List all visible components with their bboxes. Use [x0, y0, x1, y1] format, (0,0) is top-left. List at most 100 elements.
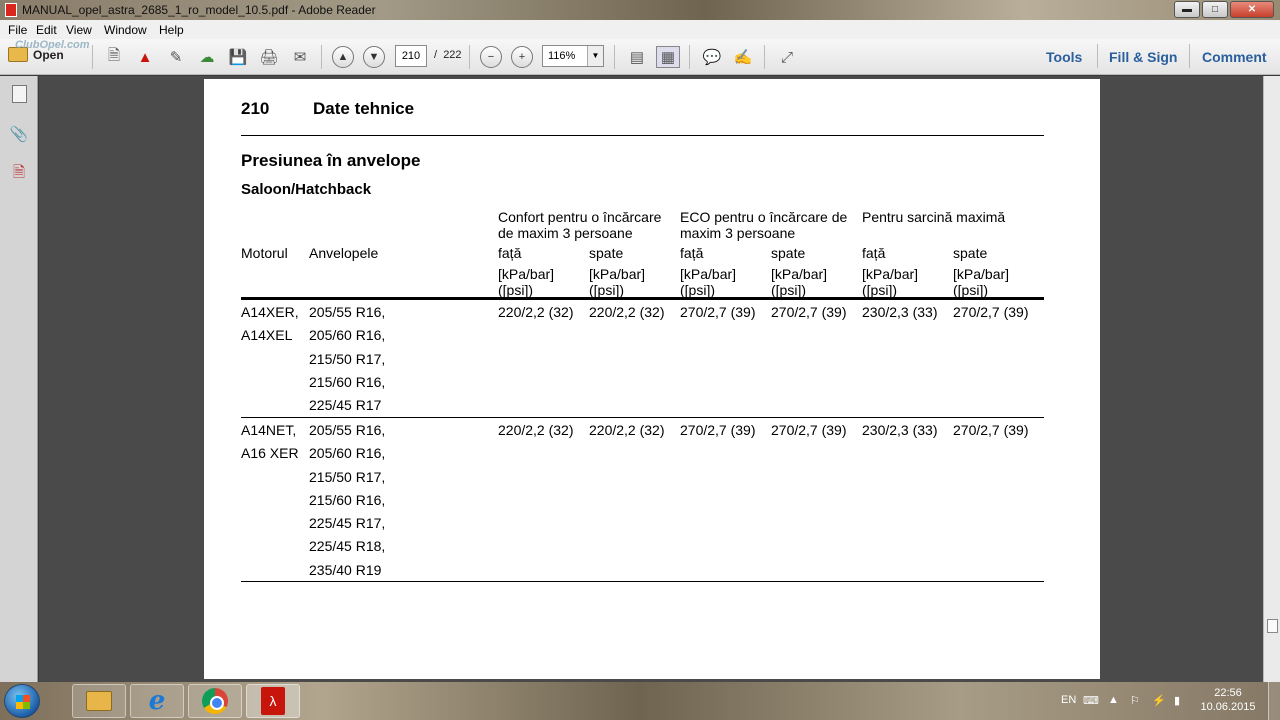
- zoom-out-icon[interactable]: −: [480, 46, 502, 68]
- edit-icon[interactable]: ✎: [164, 46, 188, 68]
- pdf-page: 210 Date tehnice Presiunea în anvelope S…: [204, 79, 1100, 679]
- system-clock[interactable]: 22:56 10.06.2015: [1198, 686, 1258, 714]
- engine-code: A14XER,: [241, 304, 299, 320]
- save-icon[interactable]: 💾: [226, 46, 250, 68]
- sub-header: față: [498, 245, 522, 261]
- network-signal-icon[interactable]: ▮: [1174, 694, 1180, 707]
- toolbar-separator: [469, 45, 470, 69]
- navigation-pane: 📎 🗎: [0, 76, 38, 682]
- taskbar-app-ie[interactable]: e: [130, 684, 184, 718]
- taskbar-app-chrome[interactable]: [188, 684, 242, 718]
- pressure-value: 230/2,3 (33): [862, 422, 938, 438]
- acrobat-icon[interactable]: ▲: [133, 46, 157, 68]
- subsection-title: Saloon/Hatchback: [241, 181, 372, 198]
- zoom-in-icon[interactable]: +: [511, 46, 533, 68]
- cloud-upload-icon[interactable]: ☁: [195, 46, 219, 68]
- menu-edit[interactable]: Edit: [36, 23, 57, 37]
- next-page-icon[interactable]: ▼: [363, 46, 385, 68]
- pressure-value: 270/2,7 (39): [680, 422, 756, 438]
- keyboard-icon[interactable]: ⌨: [1083, 694, 1099, 707]
- pressure-value: 220/2,2 (32): [498, 422, 574, 438]
- tray-expand-icon[interactable]: ▲: [1108, 694, 1119, 706]
- pages-panel-icon[interactable]: [10, 84, 28, 104]
- pressure-value: 270/2,7 (39): [771, 304, 847, 320]
- create-pdf-icon[interactable]: 🗎: [102, 46, 126, 68]
- chevron-down-icon[interactable]: ▼: [587, 46, 603, 66]
- fit-width-icon[interactable]: ▦: [656, 46, 680, 68]
- menu-file[interactable]: File: [8, 23, 27, 37]
- tyre-size: 205/55 R16,: [309, 304, 386, 320]
- action-center-icon[interactable]: ⚐: [1130, 694, 1140, 707]
- clock-time: 22:56: [1214, 687, 1242, 699]
- table-row-2-engines: A14NET, A16 XER: [241, 419, 299, 466]
- pressure-value: 270/2,7 (39): [680, 304, 756, 320]
- start-button[interactable]: [4, 684, 40, 718]
- menu-bar: File Edit View Window Help: [0, 20, 1280, 39]
- tyre-size: 225/45 R17: [309, 397, 382, 414]
- tyre-size: 215/60 R16,: [309, 373, 386, 390]
- fit-page-icon[interactable]: ▤: [625, 46, 649, 68]
- show-desktop-button[interactable]: [1268, 682, 1280, 720]
- pressure-value: 230/2,3 (33): [862, 304, 938, 320]
- scroll-thumb[interactable]: [1267, 619, 1278, 633]
- fill-sign-button[interactable]: Fill & Sign: [1109, 49, 1177, 65]
- watermark: ClubOpel.com: [15, 39, 90, 51]
- header-rule: [241, 135, 1044, 136]
- comment-icon[interactable]: 💬: [700, 46, 724, 68]
- table-row-2-tyres: 205/55 R16, 205/60 R16, 215/50 R17, 215/…: [309, 419, 385, 582]
- zoom-value: 116%: [548, 50, 576, 62]
- toolbar-separator: [614, 45, 615, 69]
- attachments-icon[interactable]: 📎: [10, 124, 29, 144]
- power-icon[interactable]: ⚡: [1152, 694, 1166, 707]
- toolbar-separator: [1097, 44, 1098, 68]
- adobe-reader-icon: λ: [261, 687, 285, 715]
- menu-view[interactable]: View: [66, 23, 92, 37]
- fullscreen-icon[interactable]: ⤢: [775, 46, 799, 68]
- maximize-button[interactable]: □: [1202, 1, 1228, 18]
- tools-button[interactable]: Tools: [1046, 49, 1082, 65]
- sub-header: spate: [771, 245, 806, 261]
- menu-help[interactable]: Help: [159, 23, 184, 37]
- sub-header: față: [680, 245, 704, 261]
- sub-header: față: [862, 245, 886, 261]
- taskbar-app-explorer[interactable]: [72, 684, 126, 718]
- table-bottom-rule: [241, 581, 1044, 582]
- sub-header: spate: [953, 245, 988, 261]
- page-number-input[interactable]: 210: [395, 45, 427, 67]
- email-icon[interactable]: ✉: [288, 46, 312, 68]
- group-header-comfort: Confort pentru o încărcare de maxim 3 pe…: [498, 209, 662, 241]
- pressure-value: 270/2,7 (39): [771, 422, 847, 438]
- chrome-icon: [202, 688, 228, 714]
- folder-icon: [86, 691, 112, 711]
- engine-code: A14XEL: [241, 327, 293, 344]
- tyre-size: 205/55 R16,: [309, 422, 386, 438]
- comment-button[interactable]: Comment: [1202, 49, 1267, 65]
- tyre-size: 225/45 R18,: [309, 538, 386, 555]
- signatures-icon[interactable]: 🗎: [10, 164, 28, 184]
- print-icon[interactable]: 🖨: [257, 46, 281, 68]
- tyre-size: 235/40 R19: [309, 561, 382, 578]
- title-bar: MANUAL_opel_astra_2685_1_ro_model_10.5.p…: [0, 0, 1280, 20]
- windows-logo-icon: [16, 695, 30, 709]
- language-indicator[interactable]: EN: [1061, 694, 1076, 706]
- pressure-value: 270/2,7 (39): [953, 304, 1029, 320]
- section-title: Presiunea în anvelope: [241, 151, 421, 170]
- minimize-button[interactable]: ▬: [1174, 1, 1200, 18]
- zoom-select[interactable]: 116% ▼: [542, 45, 604, 67]
- table-row-1-tyres: 205/55 R16, 205/60 R16, 215/50 R17, 215/…: [309, 301, 385, 417]
- pdf-doc-icon: [5, 3, 17, 17]
- menu-window[interactable]: Window: [104, 23, 147, 37]
- prev-page-icon[interactable]: ▲: [332, 46, 354, 68]
- unit-label: [kPa/bar] ([psi]): [953, 266, 1010, 298]
- sign-icon[interactable]: ✍: [731, 46, 755, 68]
- tyre-size: 215/50 R17,: [309, 350, 386, 367]
- internet-explorer-icon: e: [148, 686, 166, 716]
- group-header-eco: ECO pentru o încărcare de maxim 3 persoa…: [680, 209, 848, 241]
- pressure-value: 270/2,7 (39): [953, 422, 1029, 438]
- vertical-scrollbar[interactable]: [1263, 76, 1280, 682]
- taskbar-app-adobe-reader[interactable]: λ: [246, 684, 300, 718]
- pressure-value: 220/2,2 (32): [498, 304, 574, 320]
- close-button[interactable]: ✕: [1230, 1, 1274, 18]
- page-header: Date tehnice: [313, 99, 415, 118]
- taskbar: e λ EN ⌨ ▲ ⚐ ⚡ ▮: [0, 682, 1280, 720]
